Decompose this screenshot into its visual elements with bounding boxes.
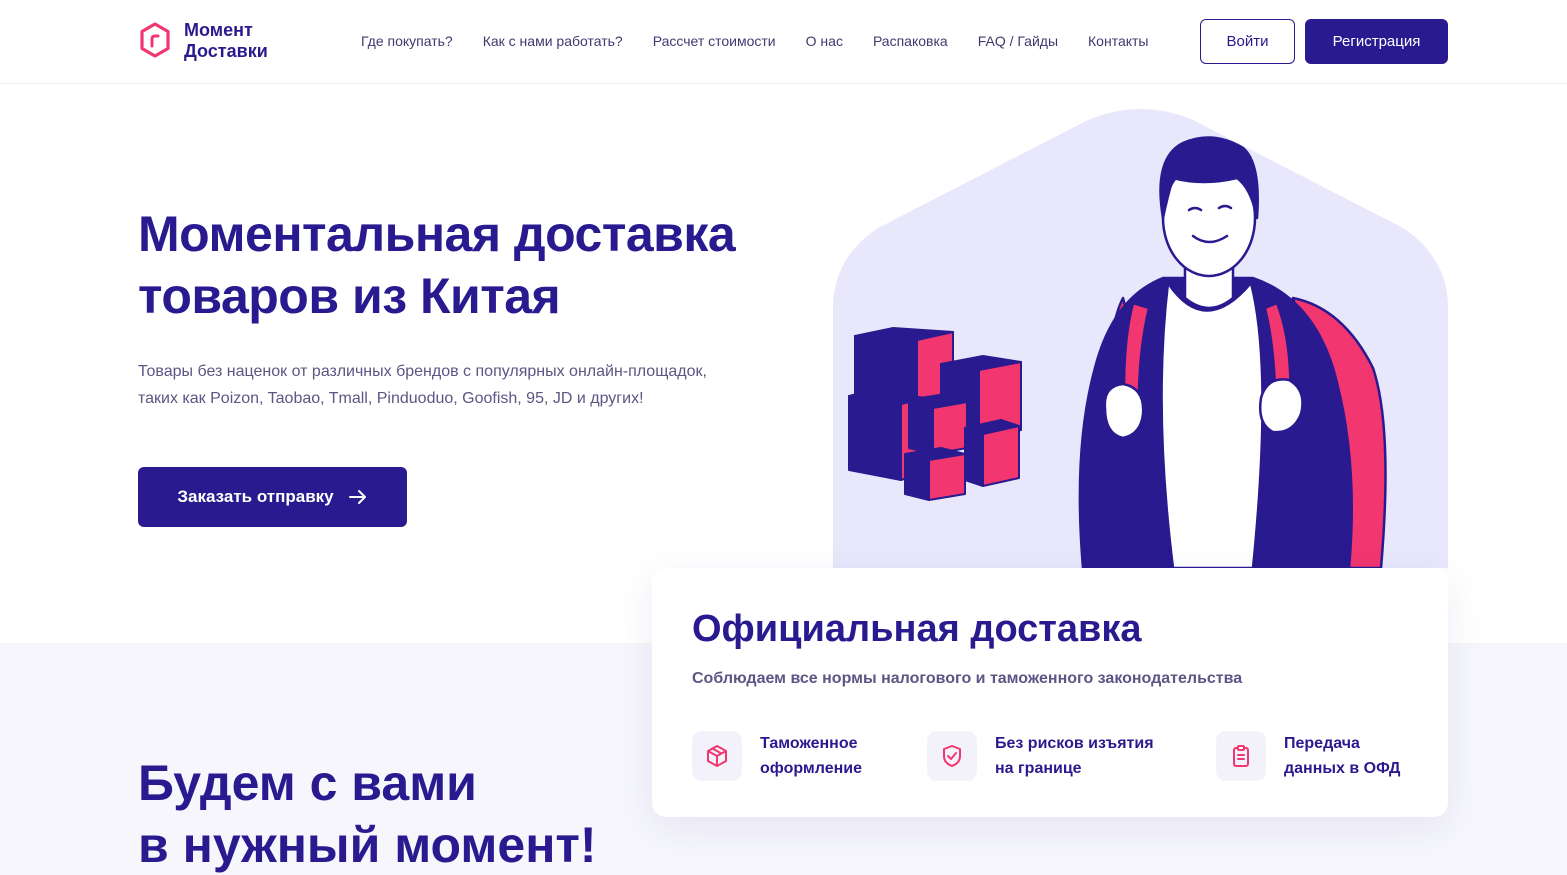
feature-no-risk-text: Без рисков изъятия на границе — [995, 731, 1154, 781]
feature-ofd: Передача данных в ОФД — [1216, 731, 1400, 781]
feature-customs-line1: Таможенное — [760, 735, 858, 752]
nav-item-where-to-buy[interactable]: Где покупать? — [361, 32, 453, 50]
feature-customs-line2: оформление — [760, 760, 862, 777]
register-button[interactable]: Регистрация — [1305, 19, 1448, 64]
brand-name-line1: Момент — [184, 20, 253, 40]
feature-ofd-text: Передача данных в ОФД — [1284, 731, 1400, 781]
section-title-line1: Будем с вами — [138, 755, 477, 811]
hero-illustration — [833, 109, 1448, 568]
box-icon — [692, 731, 742, 781]
hero-description: Товары без наценок от различных брендов … — [138, 363, 707, 407]
arrow-right-icon — [348, 490, 366, 504]
hero-title-line1: Моментальная доставка — [138, 206, 736, 262]
official-delivery-subtitle: Соблюдаем все нормы налогового и таможен… — [692, 670, 1243, 687]
feature-no-risk-line1: Без рисков изъятия — [995, 735, 1154, 752]
login-button[interactable]: Войти — [1200, 19, 1295, 64]
feature-ofd-line1: Передача — [1284, 735, 1360, 752]
feature-customs: Таможенное оформление — [692, 731, 862, 781]
site-header: Момент Доставки Где покупать? Как с нами… — [0, 0, 1567, 84]
nav-item-how-we-work[interactable]: Как с нами работать? — [483, 32, 623, 50]
feature-no-risk-line2: на границе — [995, 760, 1082, 777]
nav-item-unboxing[interactable]: Распаковка — [873, 32, 948, 50]
section-title: Будем с вами в нужный момент! — [138, 752, 597, 875]
clipboard-icon — [1216, 731, 1266, 781]
feature-no-risk: Без рисков изъятия на границе — [927, 731, 1154, 781]
shield-check-icon — [927, 731, 977, 781]
nav-item-contacts[interactable]: Контакты — [1088, 32, 1148, 50]
order-shipment-button[interactable]: Заказать отправку — [138, 467, 407, 527]
feature-customs-text: Таможенное оформление — [760, 731, 862, 781]
nav-item-about[interactable]: О нас — [806, 32, 843, 50]
main-nav: Где покупать? Как с нами работать? Рассч… — [361, 32, 1149, 50]
official-delivery-title: Официальная доставка — [692, 608, 1142, 650]
brand-logo[interactable]: Момент Доставки — [138, 20, 268, 62]
order-shipment-label: Заказать отправку — [177, 487, 334, 506]
official-delivery-card: Официальная доставка Соблюдаем все нормы… — [652, 568, 1448, 817]
hero-title: Моментальная доставка товаров из Китая — [138, 203, 778, 327]
brand-name: Момент Доставки — [184, 20, 268, 62]
logo-hexagon-icon — [140, 22, 170, 58]
hero-title-line2: товаров из Китая — [138, 268, 561, 324]
brand-name-line2: Доставки — [184, 41, 268, 61]
nav-item-cost-calc[interactable]: Рассчет стоимости — [653, 32, 776, 50]
feature-ofd-line2: данных в ОФД — [1284, 760, 1401, 777]
nav-item-faq[interactable]: FAQ / Гайды — [978, 32, 1058, 50]
section-title-line2: в нужный момент! — [138, 817, 597, 873]
